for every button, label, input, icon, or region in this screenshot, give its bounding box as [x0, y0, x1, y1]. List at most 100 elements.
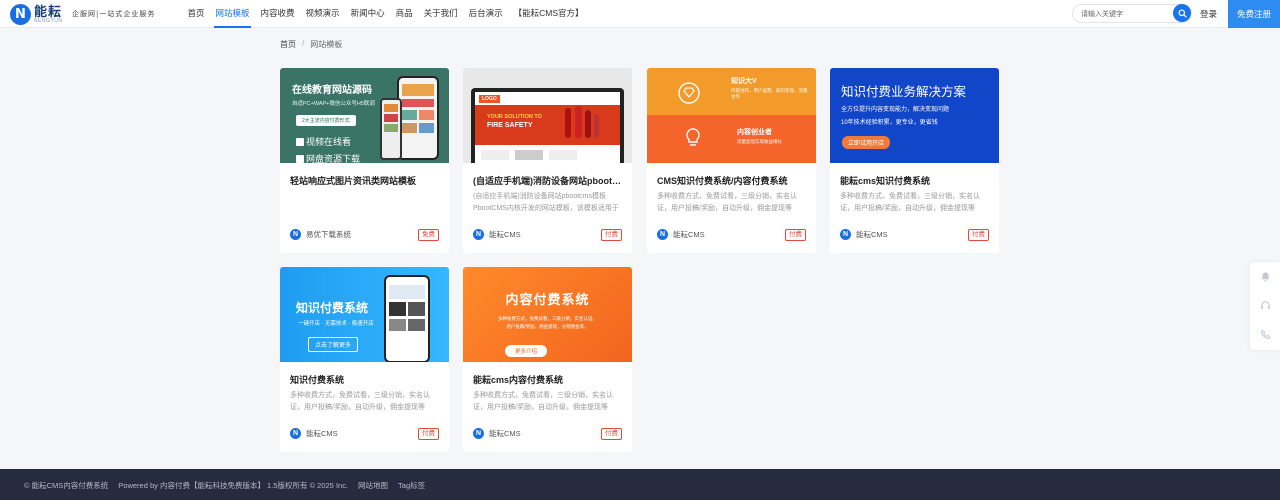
- footer-link-sitemap[interactable]: 网站地图: [358, 480, 388, 491]
- search-icon: [1177, 8, 1187, 18]
- nav-item-admin-demo[interactable]: 后台演示: [463, 0, 508, 28]
- card-thumbnail[interactable]: LOGO YOUR SOLUTION TO FIRE SAFETY: [463, 68, 632, 163]
- card-desc: 多种收费方式，免费试看，三级分销，实名认证，用户投稿/奖励，自动升级，佣金提现等: [473, 392, 613, 411]
- phone-button[interactable]: [1250, 320, 1280, 349]
- logo-text: 能耘 NENGYUN: [34, 5, 63, 24]
- footer-text: © 能耘CMS内容付费系统 Powered by 内容付费【能耘科技免费版本】 …: [24, 480, 435, 491]
- footer-copyright: © 能耘CMS内容付费系统: [24, 481, 109, 490]
- site-slogan: 企服网|一站式企业服务: [72, 10, 156, 18]
- card-title[interactable]: 知识付费系统: [290, 373, 440, 386]
- nav-item-official[interactable]: 【能耘CMS官方】: [508, 0, 589, 28]
- search-button[interactable]: [1173, 4, 1191, 22]
- author-logo-icon: N: [657, 229, 668, 240]
- thumb-headline: 知识付费业务解决方案: [841, 85, 967, 99]
- card-title[interactable]: (自适应手机端)消防设备网站pbootcms模板: [473, 174, 623, 187]
- author-logo-icon: N: [290, 229, 301, 240]
- card-desc: 多种收费方式，免费试看，三级分销，实名认证，用户投稿/奖励，自动升级，佣金提现等: [290, 392, 430, 411]
- thumb-logo: LOGO: [479, 95, 500, 103]
- thumb-line1: 视频在线看: [296, 135, 351, 148]
- thumb-bottom-title: 内容创业者: [737, 129, 772, 136]
- author-name: 能耘CMS: [489, 230, 521, 239]
- diamond-icon: [678, 82, 700, 104]
- card-desc: 多种收费方式，免费试看，三级分销，实名认证，用户投稿/奖励，自动升级，佣金提现等: [657, 193, 797, 212]
- nav-item-about[interactable]: 关于我们: [418, 0, 463, 28]
- author-name: 能耘CMS: [673, 230, 705, 239]
- thumb-button: 立即试用开店: [842, 136, 891, 149]
- lightbulb-icon: [686, 128, 700, 146]
- nav-item-video-demo[interactable]: 视频演示: [300, 0, 345, 28]
- card-title[interactable]: 能耘cms内容付费系统: [473, 373, 623, 386]
- card-title[interactable]: 轻站响应式图片资讯类网站模板: [290, 174, 440, 187]
- price-badge: 付费: [601, 229, 622, 241]
- footer-link-tags[interactable]: Tag标签: [398, 480, 425, 491]
- thumb-sub1: 全方位提升内容变现能力，解决变现问题: [841, 107, 950, 113]
- thumb-line2: FIRE SAFETY: [487, 122, 533, 129]
- card-author: N 能耘CMS: [473, 229, 521, 240]
- search-input[interactable]: [1081, 8, 1167, 20]
- card-title[interactable]: 能耘cms知识付费系统: [840, 174, 990, 187]
- main-nav: 首页 网站模板 内容收费 视频演示 新闻中心 商品 关于我们 后台演示 【能耘C…: [182, 0, 589, 28]
- card-thumbnail[interactable]: 知识付费业务解决方案 全方位提升内容变现能力，解决变现问题 10年技术经验积累，…: [830, 68, 999, 163]
- card-title[interactable]: CMS知识付费系统/内容付费系统: [657, 174, 807, 187]
- thumb-headline: 内容付费系统: [505, 292, 590, 307]
- nav-item-goods[interactable]: 商品: [390, 0, 418, 28]
- monitor-mockup: LOGO YOUR SOLUTION TO FIRE SAFETY: [471, 88, 624, 163]
- site-header: N 能耘 NENGYUN 企服网|一站式企业服务 首页 网站模板 内容收费 视频…: [0, 0, 1280, 28]
- thumb-line2-text: 网盘资源下载: [306, 154, 361, 163]
- login-link[interactable]: 登录: [1200, 0, 1217, 28]
- phone-mockup-back: [380, 98, 402, 160]
- card-author: N 易优下载系统: [290, 229, 351, 240]
- breadcrumb-separator: /: [302, 39, 305, 48]
- download-icon: [296, 155, 304, 163]
- template-card[interactable]: 在线教育网站源码 自适PC+WAP+微信公众号H5联调 2大主流内容付费形式 视…: [280, 68, 449, 253]
- card-desc: 多种收费方式，免费试看，三级分销，实名认证，用户投稿/奖励，自动升级，佣金提现等: [840, 193, 980, 212]
- template-card[interactable]: 知识付费系统 一键开店 · 无需技术 · 极速开店 点击了解更多 知识付费系统 …: [280, 267, 449, 452]
- author-logo-icon: N: [840, 229, 851, 240]
- thumb-button: 点击了解更多: [308, 337, 359, 352]
- thumb-bottom-sub: 流量变现实现收益增长: [737, 139, 782, 144]
- price-badge: 付费: [601, 428, 622, 440]
- thumb-headline: 在线教育网站源码: [292, 85, 372, 96]
- logo-name: 能耘: [34, 3, 63, 19]
- breadcrumb-home[interactable]: 首页: [280, 39, 296, 50]
- thumb-line1: YOUR SOLUTION TO: [487, 114, 542, 120]
- card-author: N 能耘CMS: [657, 229, 705, 240]
- breadcrumb-current: 网站模板: [310, 40, 343, 49]
- author-name: 能耘CMS: [856, 230, 888, 239]
- thumb-line1-text: 视频在线看: [306, 137, 352, 147]
- thumb-headline: 知识付费系统: [296, 301, 369, 315]
- logo-mark-icon: N: [10, 3, 31, 25]
- template-card[interactable]: 知识大V 内容创作、用户运营、知识变现、流量合作 内容创业者 流量变现实现收益增…: [647, 68, 816, 253]
- nav-item-home[interactable]: 首页: [182, 0, 210, 28]
- author-name: 能耘CMS: [306, 429, 338, 438]
- thumb-top-sub: 内容创作、用户运营、知识变现、流量合作: [731, 88, 808, 99]
- card-thumbnail[interactable]: 内容付费系统 多种收费方式，免费试看，三级分销，实名认证， 用户投稿/奖励，佣金…: [463, 267, 632, 362]
- card-thumbnail[interactable]: 在线教育网站源码 自适PC+WAP+微信公众号H5联调 2大主流内容付费形式 视…: [280, 68, 449, 163]
- price-badge: 付费: [418, 428, 439, 440]
- support-button[interactable]: [1250, 291, 1280, 320]
- bell-icon: [1261, 272, 1269, 282]
- template-card[interactable]: 知识付费业务解决方案 全方位提升内容变现能力，解决变现问题 10年技术经验积累，…: [830, 68, 999, 253]
- card-thumbnail[interactable]: 知识付费系统 一键开店 · 无需技术 · 极速开店 点击了解更多: [280, 267, 449, 362]
- card-thumbnail[interactable]: 知识大V 内容创作、用户运营、知识变现、流量合作 内容创业者 流量变现实现收益增…: [647, 68, 816, 163]
- footer-powered: Powered by 内容付费【能耘科技免费版本】 1.5版权所有 © 2025…: [118, 481, 349, 490]
- breadcrumb: 首页 / 网站模板: [280, 39, 342, 50]
- play-icon: [296, 138, 304, 146]
- nav-item-news[interactable]: 新闻中心: [345, 0, 390, 28]
- nav-item-content-fee[interactable]: 内容收费: [255, 0, 300, 28]
- thumb-sub2: 用户投稿/奖励，佣金提现，分销佣金等。: [506, 324, 589, 329]
- template-card[interactable]: LOGO YOUR SOLUTION TO FIRE SAFETY (自适应手机…: [463, 68, 632, 253]
- thumb-line2: 网盘资源下载: [296, 152, 360, 163]
- phone-mockup: [384, 275, 430, 362]
- register-button[interactable]: 免费注册: [1228, 0, 1280, 28]
- price-badge: 付费: [968, 229, 989, 241]
- template-card[interactable]: 内容付费系统 多种收费方式，免费试看，三级分销，实名认证， 用户投稿/奖励，佣金…: [463, 267, 632, 452]
- site-logo[interactable]: N 能耘 NENGYUN: [10, 3, 63, 25]
- thumb-top-title: 知识大V: [731, 78, 757, 85]
- thumb-sub2: 10年技术经验积累，更专业，更省钱: [841, 120, 938, 126]
- thumb-sub1: 多种收费方式，免费试看，三级分销，实名认证，: [498, 316, 597, 321]
- notification-button[interactable]: [1250, 262, 1280, 291]
- author-logo-icon: N: [473, 229, 484, 240]
- author-logo-icon: N: [473, 428, 484, 439]
- nav-item-templates[interactable]: 网站模板: [210, 0, 255, 28]
